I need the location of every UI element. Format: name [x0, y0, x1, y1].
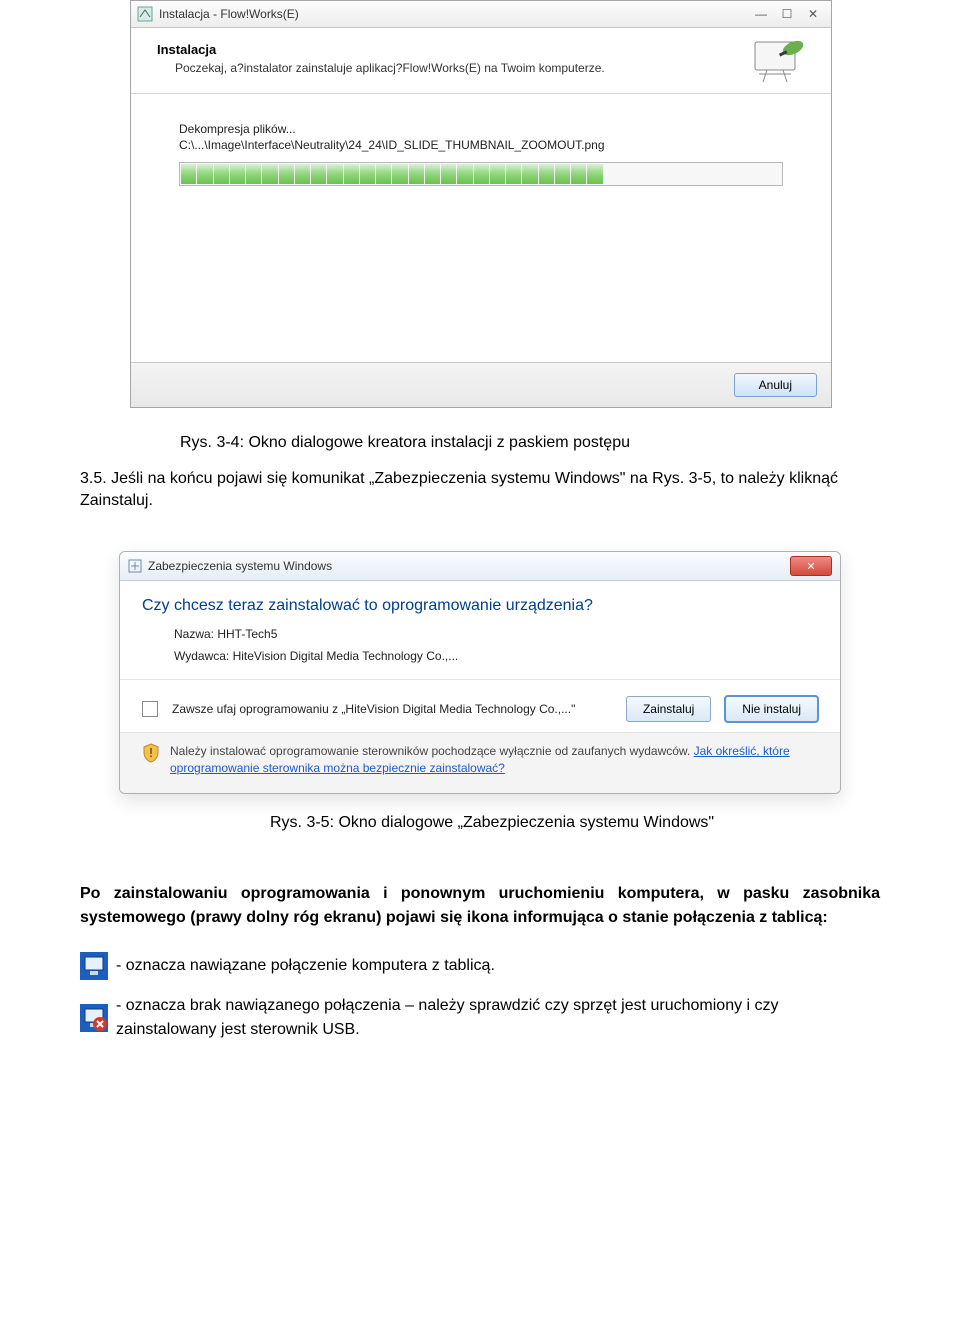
security-warning-text: Należy instalować oprogramowanie sterown…: [170, 743, 818, 777]
security-close-button[interactable]: ✕: [790, 556, 832, 576]
installer-body: Instalacja Poczekaj, a?instalator zainst…: [131, 28, 831, 362]
progress-bar: [179, 162, 783, 186]
legend-connected: - oznacza nawiązane połączenie komputera…: [80, 952, 880, 980]
tray-disconnected-icon: [80, 1004, 108, 1032]
installer-header-subtitle: Poczekaj, a?instalator zainstaluje aplik…: [175, 61, 805, 75]
always-trust-label: Zawsze ufaj oprogramowaniu z „HiteVision…: [172, 701, 612, 717]
cancel-button[interactable]: Anuluj: [734, 373, 817, 397]
security-name: Nazwa: HHT-Tech5: [120, 621, 840, 643]
security-window-title: Zabezpieczenia systemu Windows: [148, 559, 332, 573]
security-warning-plain: Należy instalować oprogramowanie sterown…: [170, 744, 694, 758]
security-question: Czy chcesz teraz zainstalować to oprogra…: [120, 581, 840, 621]
installer-window: Instalacja - Flow!Works(E) — ☐ ✕ Instala…: [130, 0, 832, 408]
security-publisher: Wydawca: HiteVision Digital Media Techno…: [120, 643, 840, 665]
maximize-button[interactable]: ☐: [775, 5, 799, 23]
tray-connected-icon: [80, 952, 108, 980]
shield-icon: [142, 743, 160, 763]
paragraph-3-5: 3.5. Jeśli na końcu pojawi się komunikat…: [80, 468, 880, 511]
decompress-label: Dekompresja plików...: [179, 122, 805, 136]
legend-disconnected: - oznacza brak nawiązanego połączenia – …: [80, 994, 880, 1042]
decompress-path: C:\...\Image\Interface\Neutrality\24_24\…: [179, 138, 805, 152]
figure-caption-3-4: Rys. 3-4: Okno dialogowe kreatora instal…: [180, 434, 920, 452]
install-button[interactable]: Zainstaluj: [626, 696, 711, 722]
post-install-text: Po zainstalowaniu oprogramowania i ponow…: [80, 882, 880, 930]
installer-window-title: Instalacja - Flow!Works(E): [159, 7, 299, 21]
security-dialog: Zabezpieczenia systemu Windows ✕ Czy chc…: [119, 551, 841, 794]
installer-footer: Anuluj: [131, 362, 831, 407]
security-action-row: Zawsze ufaj oprogramowaniu z „HiteVision…: [120, 679, 840, 732]
legend-connected-text: - oznacza nawiązane połączenie komputera…: [116, 954, 495, 978]
figure-caption-3-5: Rys. 3-5: Okno dialogowe „Zabezpieczenia…: [270, 814, 920, 832]
wizard-board-icon: [749, 38, 809, 84]
minimize-button[interactable]: —: [749, 5, 773, 23]
security-title-icon: [128, 559, 142, 573]
always-trust-checkbox[interactable]: [142, 701, 158, 717]
close-button[interactable]: ✕: [801, 5, 825, 23]
legend-disconnected-text: - oznacza brak nawiązanego połączenia – …: [116, 994, 880, 1042]
installer-app-icon: [137, 6, 153, 22]
security-titlebar: Zabezpieczenia systemu Windows ✕: [120, 552, 840, 581]
installer-header-title: Instalacja: [157, 42, 805, 57]
installer-titlebar: Instalacja - Flow!Works(E) — ☐ ✕: [131, 1, 831, 28]
security-warning: Należy instalować oprogramowanie sterown…: [120, 732, 840, 793]
do-not-install-button[interactable]: Nie instaluj: [725, 696, 818, 722]
